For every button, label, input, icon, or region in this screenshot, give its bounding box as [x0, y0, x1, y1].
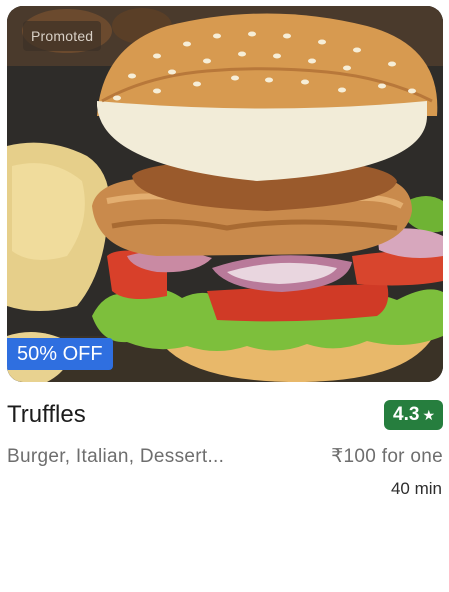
- price-for-one: ₹100 for one: [331, 446, 443, 467]
- restaurant-image[interactable]: Promoted 50% OFF: [7, 6, 443, 382]
- promoted-badge: Promoted: [23, 21, 102, 51]
- burger-photo: [7, 6, 443, 382]
- rating-value: 4.3: [393, 404, 420, 425]
- rating-badge: 4.3 ★: [384, 400, 443, 430]
- star-icon: ★: [422, 407, 435, 423]
- restaurant-card[interactable]: Promoted 50% OFF Truffles 4.3 ★ Burger, …: [7, 6, 443, 467]
- cuisine-list: Burger, Italian, Dessert...: [7, 446, 225, 467]
- restaurant-name[interactable]: Truffles: [7, 398, 86, 432]
- discount-badge: 50% OFF: [7, 338, 113, 370]
- delivery-time: 40 min: [390, 479, 442, 498]
